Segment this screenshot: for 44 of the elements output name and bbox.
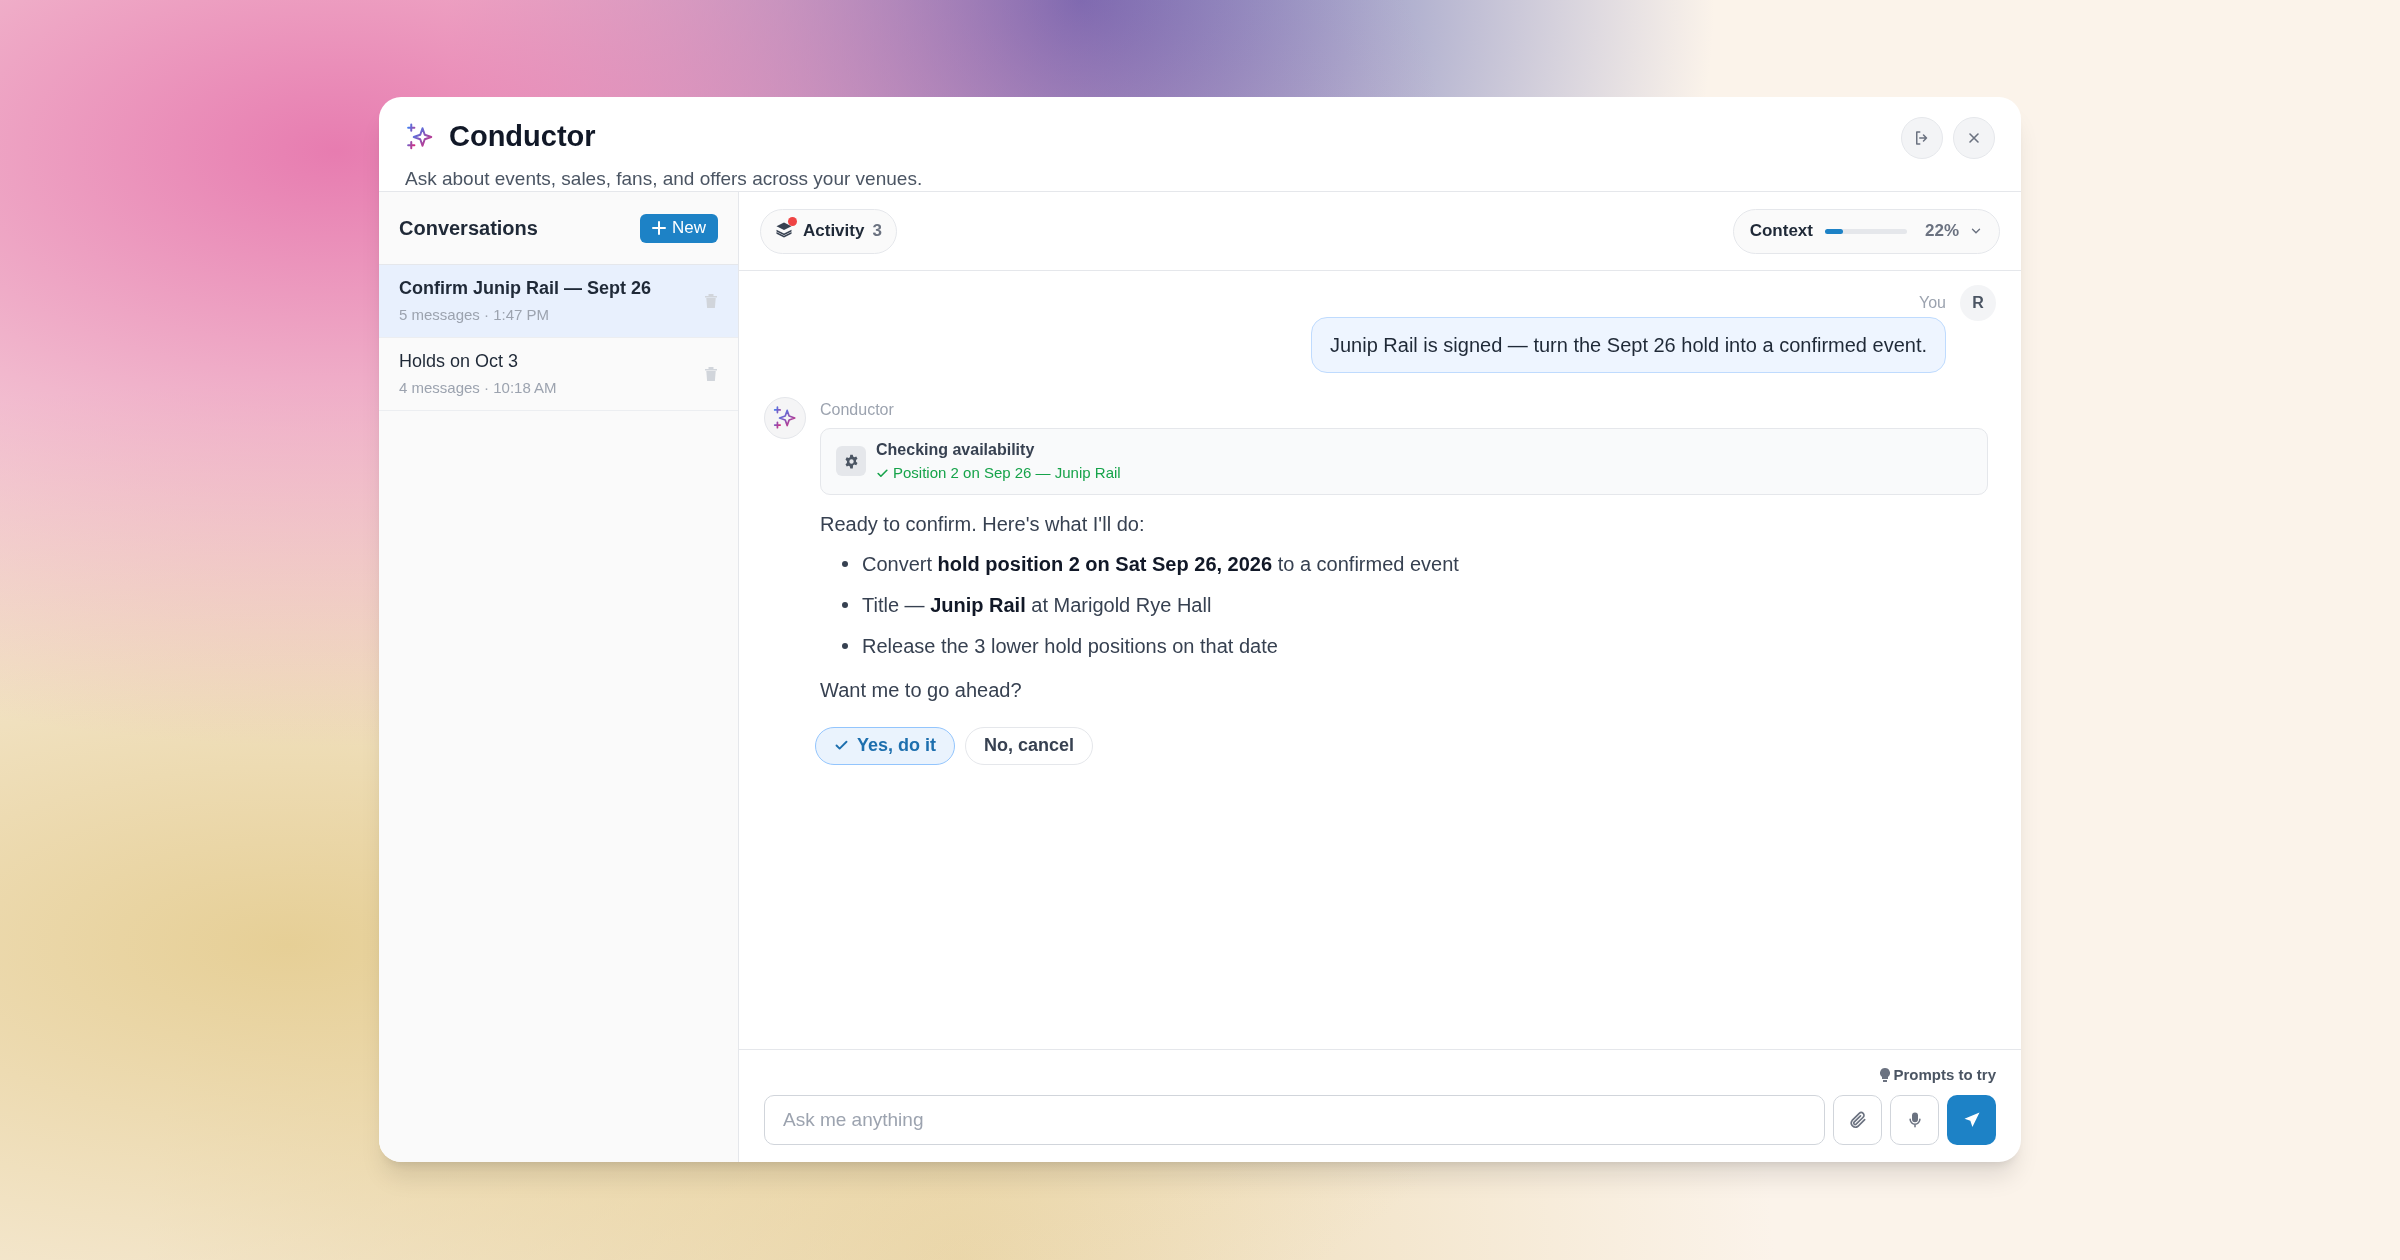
close-icon	[1966, 130, 1982, 146]
microphone-button[interactable]	[1890, 1094, 1939, 1145]
conversation-title: Holds on Oct 3	[399, 350, 520, 374]
send-button[interactable]	[1947, 1094, 1996, 1145]
check-icon	[834, 738, 849, 753]
exit-button[interactable]	[1901, 117, 1943, 159]
close-button[interactable]	[1953, 117, 1995, 159]
window-subtitle: Ask about events, sales, fans, and offers across your venues.	[405, 166, 923, 191]
message-text: Want me to go ahead?	[820, 677, 1023, 703]
list-item-text: Title — Junip Rail at Marigold Rye Hall	[862, 592, 1212, 618]
plus-icon	[652, 221, 666, 235]
sparkle-icon	[405, 121, 435, 152]
tool-title: Checking availability	[876, 440, 1036, 460]
conversation-meta: 4 messages · 10:18 AM	[399, 378, 557, 399]
author-label: You	[1919, 293, 1946, 313]
activity-label: Activity	[803, 220, 865, 243]
context-reading: 22%	[1924, 220, 1959, 243]
sparkle-icon	[772, 405, 798, 431]
author-label: Conductor	[820, 400, 895, 420]
context-label: Context	[1749, 220, 1813, 243]
context-button[interactable]: Context 22%	[1732, 208, 2000, 254]
cancel-button[interactable]: No, cancel	[965, 726, 1094, 765]
tool-result: Position 2 on Sep 26 — Junip Rail	[893, 463, 1121, 483]
activity-count: 3	[872, 220, 882, 243]
gear-icon	[843, 453, 859, 469]
new-button[interactable]: New	[640, 213, 718, 243]
message-text: Ready to confirm. Here's what I'll do:	[820, 511, 1146, 537]
conversation-meta: 5 messages · 1:47 PM	[399, 305, 551, 326]
list-item-text: Release the 3 lower hold positions on that date	[862, 633, 1278, 659]
sidebar-title: Conversations	[399, 216, 538, 241]
confirm-button[interactable]: Yes, do it	[815, 726, 956, 765]
conversation-title: Confirm Junip Rail — Sept 26	[399, 277, 652, 301]
user-avatar: R	[1960, 285, 1996, 321]
message-input[interactable]: Ask me anything	[764, 1094, 1825, 1145]
layers-icon	[775, 221, 793, 239]
lightbulb-icon	[1880, 1067, 1891, 1083]
attach-button[interactable]	[1833, 1094, 1882, 1145]
conversation-item[interactable]: Confirm Junip Rail — Sept 26 5 messages · 1:47 PM	[379, 265, 738, 338]
paperclip-icon	[1847, 1109, 1868, 1130]
window-title: Conductor	[449, 119, 596, 154]
list-item-text: Convert hold position 2 on Sat Sep 26, 2026 to a confirmed event	[862, 551, 1459, 577]
activity-button[interactable]: Activity 3	[760, 208, 897, 254]
user-message: Junip Rail is signed — turn the Sept 26 hold into a confirmed event.	[1311, 317, 1946, 373]
prompts-link[interactable]: Prompts to try	[1880, 1064, 1996, 1087]
